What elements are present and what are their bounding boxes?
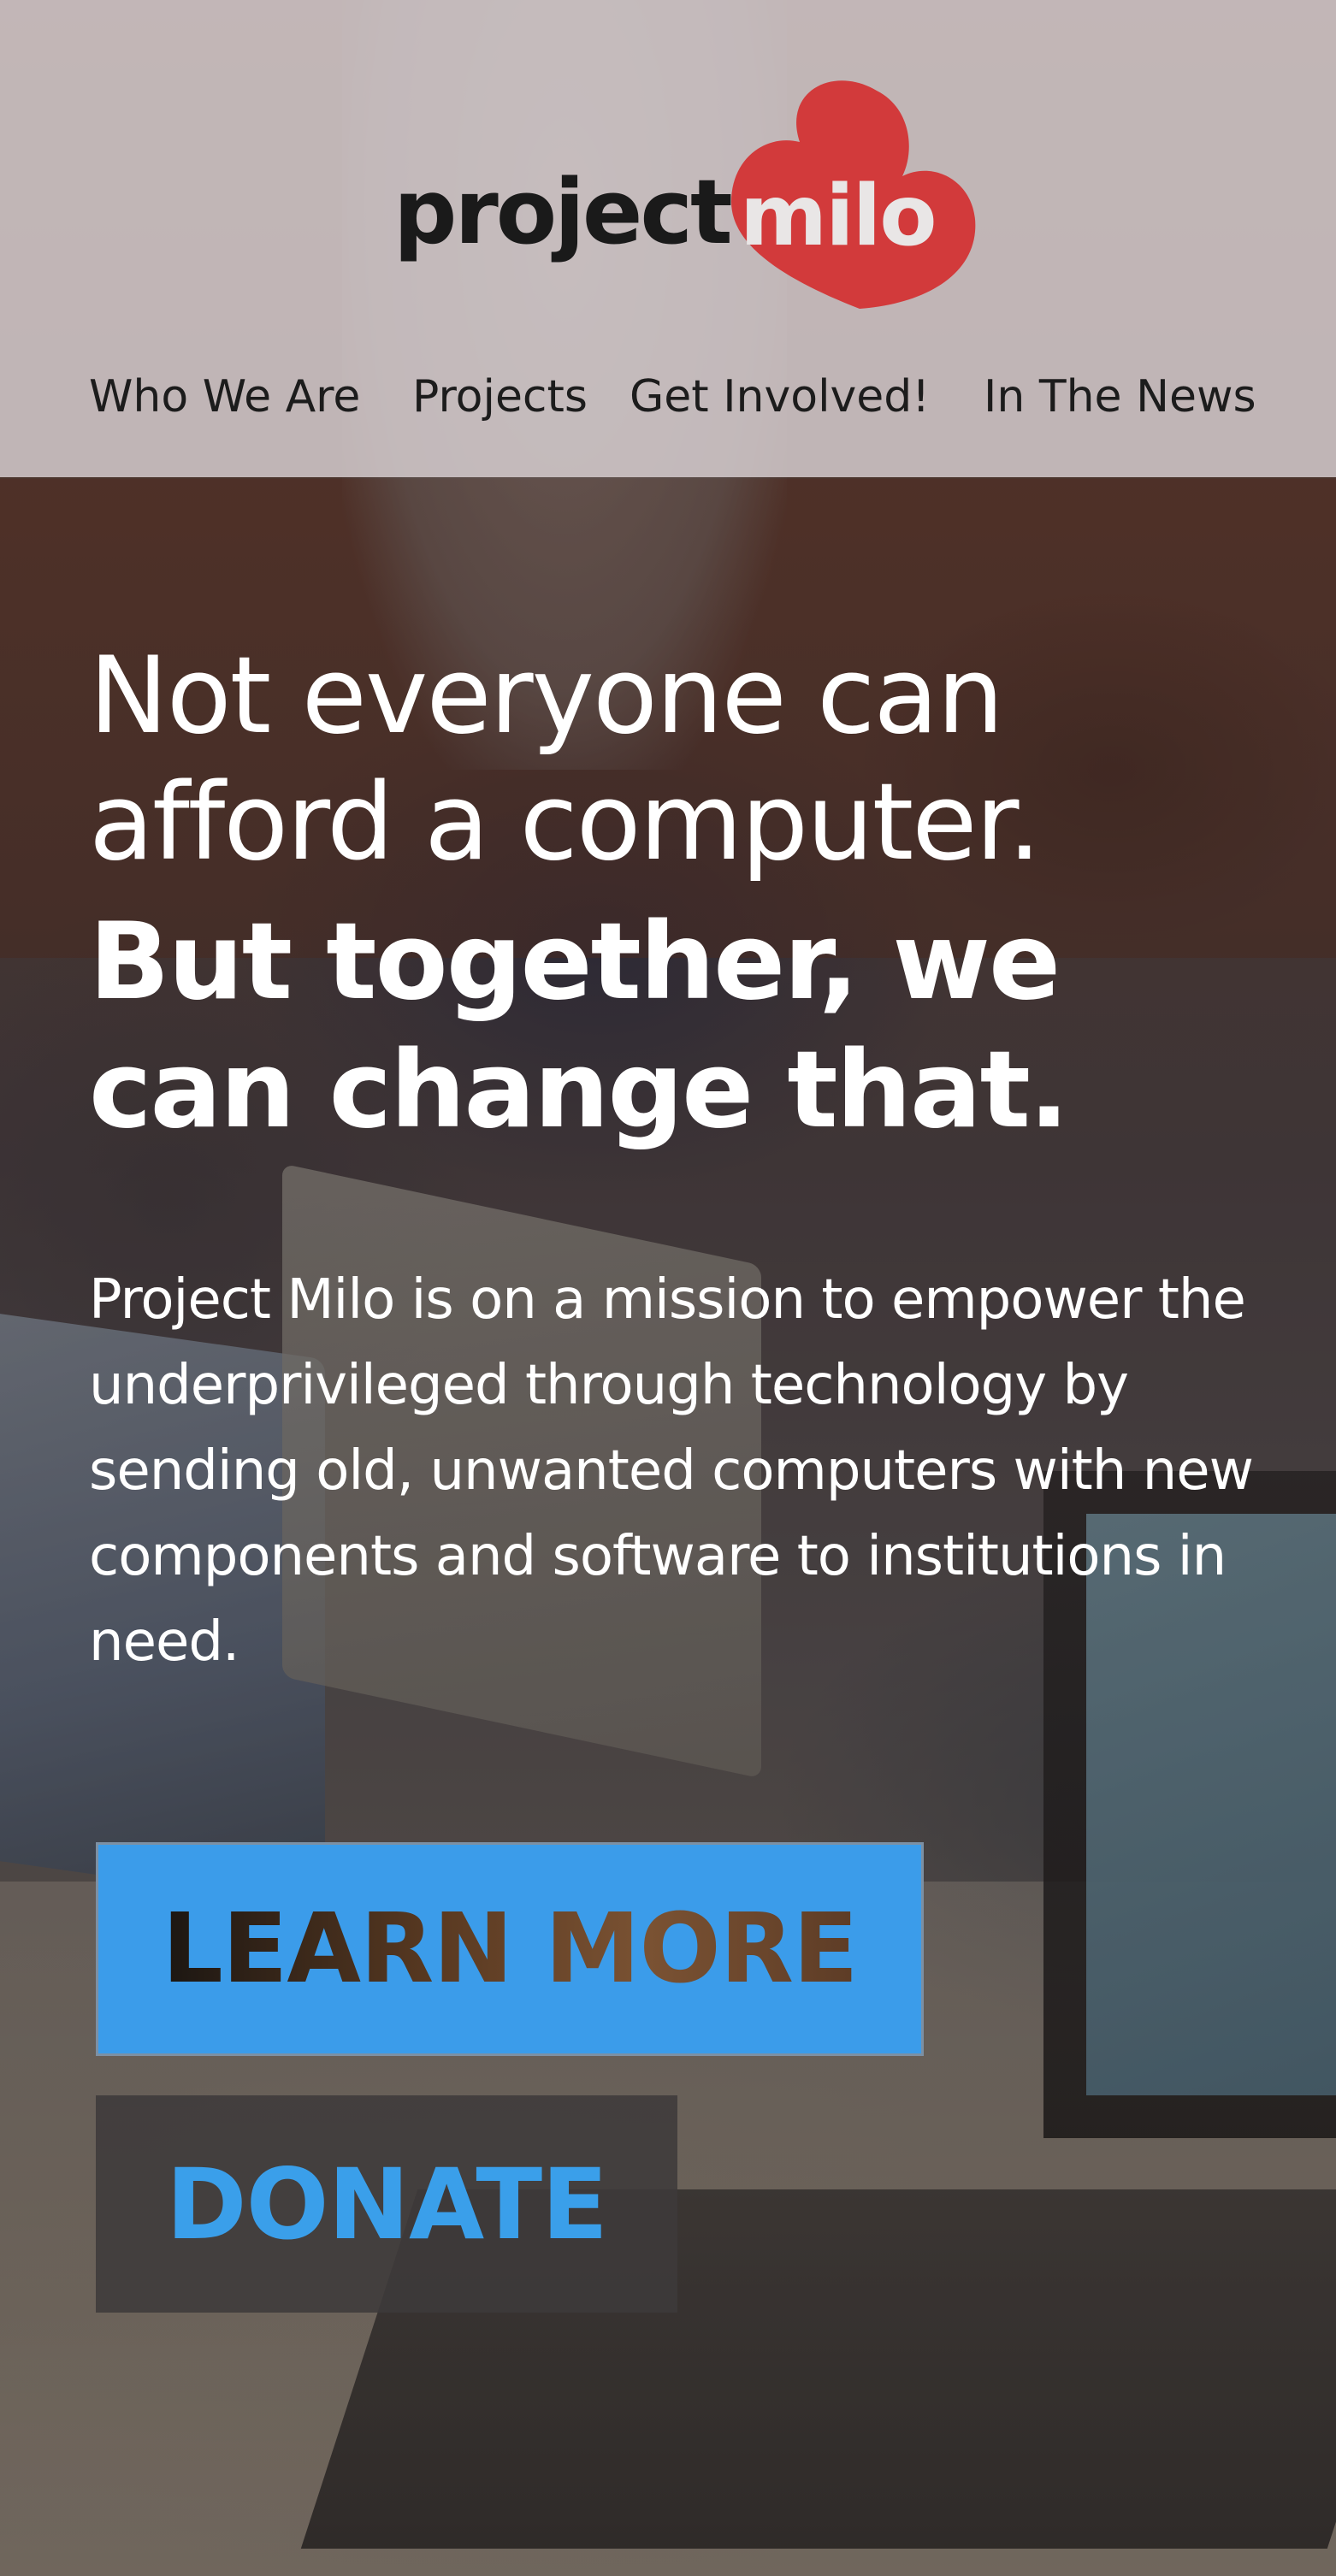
- learn-more-label: LEARN MORE: [162, 1894, 859, 2005]
- learn-more-button[interactable]: LEARN MORE: [96, 1842, 924, 2056]
- logo-word-milo: milo: [740, 168, 937, 265]
- hero-headline: Not everyone can afford a computer.: [89, 635, 1042, 884]
- hero-subheadline: But together, we can change that.: [89, 901, 1069, 1152]
- hero-section: Not everyone can afford a computer. But …: [89, 633, 1286, 1685]
- logo-word-project: project: [393, 160, 733, 264]
- hero-mission-text: Project Milo is on a mission to empower …: [89, 1268, 1254, 1674]
- donate-button[interactable]: DONATE: [96, 2095, 677, 2313]
- nav-who-we-are[interactable]: Who We Are: [89, 366, 360, 428]
- donate-label: DONATE: [166, 2147, 608, 2261]
- nav-get-involved[interactable]: Get Involved!: [630, 366, 930, 428]
- nav-in-the-news[interactable]: In The News: [984, 366, 1256, 428]
- main-nav: Who We Are Projects Get Involved! In The…: [89, 366, 1303, 428]
- nav-projects[interactable]: Projects: [412, 366, 588, 428]
- project-milo-logo[interactable]: project milo: [393, 74, 976, 313]
- site-header: project milo Who We Are Projects Get Inv…: [0, 0, 1336, 477]
